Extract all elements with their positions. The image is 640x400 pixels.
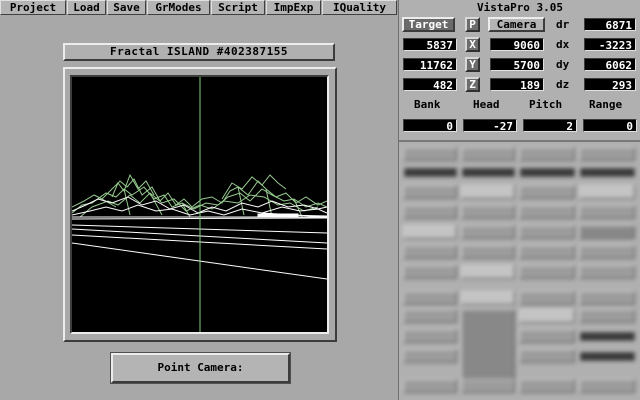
menu-iquality[interactable]: IQuality: [322, 0, 397, 15]
menu-project[interactable]: Project: [0, 0, 66, 15]
dx-label: dx: [556, 38, 570, 51]
menu-bar: Project Load Save GrModes Script ImpExp …: [0, 0, 398, 15]
bank-label: Bank: [414, 98, 441, 111]
menu-save[interactable]: Save: [107, 0, 146, 15]
dz-label: dz: [556, 78, 570, 91]
camera-y-value[interactable]: 5700: [490, 58, 544, 72]
range-label: Range: [589, 98, 623, 111]
target-y-value[interactable]: 11762: [403, 58, 457, 72]
point-camera-button[interactable]: Point Camera:: [110, 352, 291, 384]
menu-load[interactable]: Load: [67, 0, 106, 15]
x-axis-button[interactable]: X: [465, 37, 480, 52]
head-label: Head: [473, 98, 500, 111]
control-panel: VistaPro 3.05 Target P Camera dr 6871 58…: [398, 0, 640, 400]
panel-divider: [399, 140, 640, 142]
wireframe-preview: [72, 77, 327, 332]
camera-z-value[interactable]: 189: [490, 78, 544, 92]
landscape-name-title: Fractal ISLAND #402387155: [63, 43, 335, 61]
dr-value[interactable]: 6871: [584, 18, 636, 32]
target-button[interactable]: Target: [402, 17, 455, 32]
y-axis-button[interactable]: Y: [465, 57, 480, 72]
dr-label: dr: [556, 18, 570, 31]
menu-script[interactable]: Script: [211, 0, 265, 15]
menu-grmodes[interactable]: GrModes: [147, 0, 210, 15]
z-axis-button[interactable]: Z: [465, 77, 480, 92]
bank-value[interactable]: 0: [403, 119, 457, 133]
menu-impexp[interactable]: ImpExp: [266, 0, 321, 15]
landscape-preview-viewport[interactable]: [70, 75, 329, 334]
dy-value[interactable]: 6062: [584, 58, 636, 72]
target-z-value[interactable]: 482: [403, 78, 457, 92]
p-button[interactable]: P: [465, 17, 480, 32]
camera-button[interactable]: Camera: [488, 17, 545, 32]
obscured-controls-area: [401, 143, 639, 399]
dz-value[interactable]: 293: [584, 78, 636, 92]
dy-label: dy: [556, 58, 570, 71]
pitch-value[interactable]: 2: [523, 119, 577, 133]
pitch-label: Pitch: [529, 98, 563, 111]
target-x-value[interactable]: 5837: [403, 38, 457, 52]
dx-value[interactable]: -3223: [584, 38, 636, 52]
camera-x-value[interactable]: 9060: [490, 38, 544, 52]
head-value[interactable]: -27: [463, 119, 517, 133]
range-value[interactable]: 0: [583, 119, 637, 133]
app-title: VistaPro 3.05: [476, 1, 564, 14]
